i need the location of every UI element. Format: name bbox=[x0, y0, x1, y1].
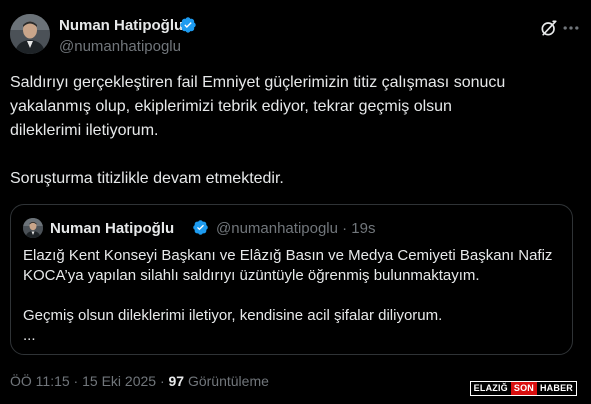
watermark-part-2: SON bbox=[510, 382, 537, 395]
quoted-handle-time: @numanhatipoglu · 19s bbox=[216, 220, 376, 237]
site-watermark-logo: ELAZIĞ SON HABER bbox=[469, 381, 577, 396]
watermark-part-1: ELAZIĞ bbox=[470, 382, 511, 395]
watermark-part-3: HABER bbox=[536, 382, 576, 395]
tweet-timestamp[interactable]: ÖÖ 11:15 · 15 Eki 2025 · bbox=[10, 373, 169, 389]
more-options-icon[interactable] bbox=[561, 18, 581, 38]
verified-badge-icon bbox=[193, 220, 208, 235]
views-label: Görüntüleme bbox=[184, 373, 269, 389]
author-avatar[interactable] bbox=[10, 14, 50, 54]
tweet-footer: ÖÖ 11:15 · 15 Eki 2025 · 97 Görüntüleme bbox=[10, 373, 269, 389]
tweet-header: Numan Hatipoğlu @numanhatipoglu bbox=[10, 12, 581, 62]
quoted-author-name: Numan Hatipoğlu bbox=[50, 220, 175, 237]
quoted-tweet-text: Elazığ Kent Konseyi Başkanı ve Elâzığ Ba… bbox=[23, 247, 553, 344]
view-count: 97 bbox=[168, 373, 185, 389]
verified-badge-icon bbox=[180, 17, 196, 33]
tweet-text: Saldırıyı gerçekleştiren fail Emniyet gü… bbox=[10, 74, 506, 187]
author-handle[interactable]: @numanhatipoglu bbox=[59, 38, 181, 55]
quoted-author-avatar bbox=[23, 218, 43, 238]
author-name[interactable]: Numan Hatipoğlu bbox=[59, 17, 183, 34]
grok-icon[interactable] bbox=[539, 18, 559, 38]
quoted-tweet[interactable]: Numan Hatipoğlu @numanhatipoglu · 19s El… bbox=[10, 204, 573, 355]
